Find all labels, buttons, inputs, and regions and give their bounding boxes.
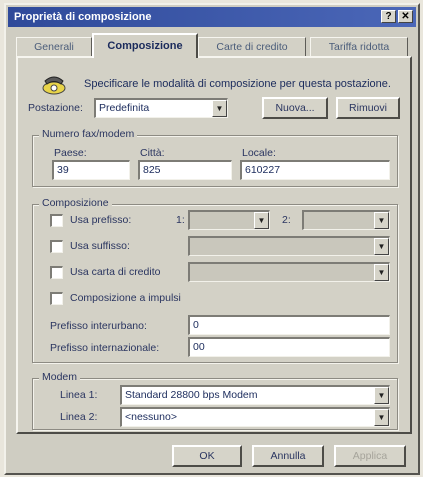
country-label: Paese:: [54, 147, 87, 159]
use-suffix-label: Usa suffisso:: [70, 240, 130, 252]
tab-tariffa-ridotta[interactable]: Tariffa ridotta: [310, 37, 408, 57]
location-label: Postazione:: [28, 102, 83, 114]
help-button[interactable]: ?: [381, 10, 396, 23]
dialing-group-title: Composizione: [39, 197, 112, 209]
prefix-1-label: 1:: [176, 214, 185, 226]
location-value: Predefinita: [99, 102, 150, 114]
use-credit-card-checkbox[interactable]: [50, 266, 63, 279]
new-location-button[interactable]: Nuova...: [262, 97, 328, 119]
use-suffix-checkbox[interactable]: [50, 240, 63, 253]
suffix-select[interactable]: ▼: [188, 236, 390, 256]
pulse-dialing-checkbox[interactable]: [50, 292, 63, 305]
international-prefix-label: Prefisso internazionale:: [50, 342, 160, 354]
tab-carte-di-credito[interactable]: Carte di credito: [198, 37, 306, 57]
use-prefix-checkbox[interactable]: [50, 214, 63, 227]
modem-group-title: Modem: [39, 371, 81, 383]
chevron-down-icon[interactable]: ▼: [374, 264, 389, 281]
apply-button[interactable]: Applica: [334, 445, 406, 467]
close-button[interactable]: ✕: [398, 10, 413, 23]
prefix-2-select[interactable]: ▼: [302, 210, 390, 230]
header-description: Specificare le modalità di composizione …: [84, 78, 391, 90]
location-select[interactable]: Predefinita ▼: [94, 98, 228, 118]
tab-panel: Specificare le modalità di composizione …: [16, 56, 412, 434]
cancel-button[interactable]: Annulla: [252, 445, 324, 467]
intercity-prefix-label: Prefisso interurbano:: [50, 320, 147, 332]
chevron-down-icon[interactable]: ▼: [374, 387, 389, 404]
intercity-prefix-field[interactable]: 0: [188, 315, 390, 335]
phone-number-group-title: Numero fax/modem: [39, 128, 138, 140]
remove-location-button[interactable]: Rimuovi: [336, 97, 400, 119]
line1-select[interactable]: Standard 28800 bps Modem ▼: [120, 385, 390, 405]
ok-button[interactable]: OK: [172, 445, 242, 467]
international-prefix-field[interactable]: 00: [188, 337, 390, 357]
prefix-1-select[interactable]: ▼: [188, 210, 270, 230]
country-field[interactable]: 39: [52, 160, 130, 180]
chevron-down-icon[interactable]: ▼: [374, 409, 389, 426]
chevron-down-icon[interactable]: ▼: [212, 100, 227, 117]
line1-label: Linea 1:: [60, 389, 98, 401]
prefix-2-label: 2:: [282, 214, 291, 226]
pulse-dialing-label: Composizione a impulsi: [70, 292, 181, 304]
line1-value: Standard 28800 bps Modem: [125, 389, 258, 401]
line2-value: <nessuno>: [125, 411, 177, 423]
chevron-down-icon[interactable]: ▼: [374, 212, 389, 229]
use-credit-card-label: Usa carta di credito: [70, 266, 161, 278]
chevron-down-icon[interactable]: ▼: [254, 212, 269, 229]
line2-select[interactable]: <nessuno> ▼: [120, 407, 390, 427]
phone-dial-icon: [41, 72, 67, 96]
local-label: Locale:: [242, 147, 276, 159]
city-field[interactable]: 825: [138, 160, 232, 180]
tab-composizione[interactable]: Composizione: [92, 33, 198, 58]
line2-label: Linea 2:: [60, 411, 98, 423]
credit-card-select[interactable]: ▼: [188, 262, 390, 282]
dialog-window: Proprietà di composizione ? ✕ Generali C…: [4, 3, 420, 475]
title-bar: Proprietà di composizione ? ✕: [8, 7, 416, 27]
chevron-down-icon[interactable]: ▼: [374, 238, 389, 255]
city-label: Città:: [140, 147, 165, 159]
window-title: Proprietà di composizione: [14, 11, 152, 23]
use-prefix-label: Usa prefisso:: [70, 214, 132, 226]
tab-strip: Generali Composizione Carte di credito T…: [16, 33, 412, 58]
tab-generali[interactable]: Generali: [16, 37, 92, 57]
local-field[interactable]: 610227: [240, 160, 390, 180]
